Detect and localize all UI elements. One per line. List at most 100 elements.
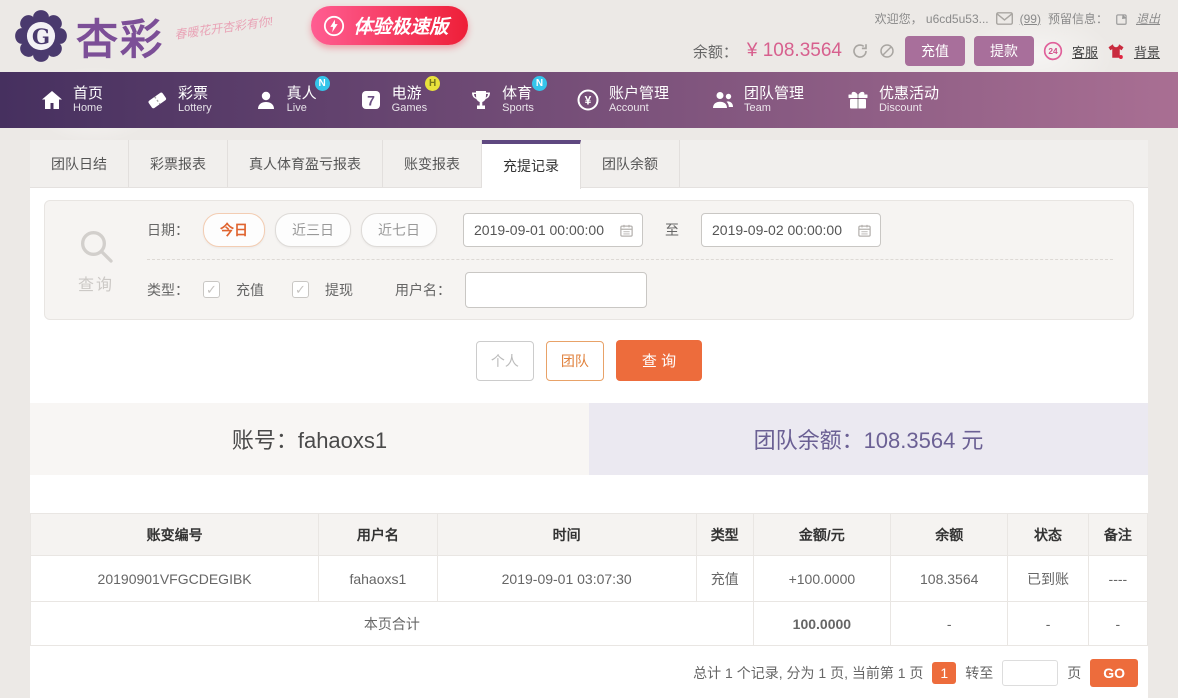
- header-right: 欢迎您， u6cd5u53... (99) 预留信息： 退出 余额： ¥ 108…: [693, 6, 1160, 66]
- filter-date-row: 日期： 今日 近三日 近七日 2019-09-01 00:00:00 至 201…: [147, 201, 1113, 260]
- nav-item-home[interactable]: 首页 Home: [40, 85, 103, 115]
- username-input[interactable]: [465, 271, 647, 308]
- date-to-input[interactable]: 2019-09-02 00:00:00: [701, 213, 881, 247]
- withdraw-button[interactable]: 提款: [973, 36, 1034, 66]
- nav-zh-label: 真人: [286, 85, 317, 103]
- coin-yuan-icon: ¥: [577, 89, 599, 111]
- type-label: 类型：: [147, 281, 189, 298]
- tab-lottery-report[interactable]: 彩票报表: [129, 140, 228, 187]
- col-change-id: 账变编号: [29, 513, 320, 556]
- col-type: 类型: [695, 513, 754, 556]
- tab-live-sports-report[interactable]: 真人体育盈亏报表: [228, 140, 383, 187]
- gift-icon: [848, 91, 868, 109]
- col-status: 状态: [1007, 513, 1089, 556]
- recharge-button[interactable]: 充值: [904, 36, 965, 66]
- main-nav: 首页 Home 彩票 Lottery 真人 Live N 7 电游 Games H 体育…: [0, 72, 1178, 128]
- hot-badge: H: [425, 76, 441, 92]
- nav-zh-label: 优惠活动: [878, 85, 939, 103]
- nav-item-sports[interactable]: 体育 Sports N: [469, 76, 547, 115]
- mail-icon[interactable]: [995, 12, 1013, 25]
- withdraw-checkbox[interactable]: ✓: [292, 281, 309, 298]
- tab-team-balance[interactable]: 团队余额: [581, 140, 680, 187]
- cell-status: 已到账: [1007, 555, 1089, 602]
- speed-version-label: 体验极速版: [353, 17, 449, 38]
- cell-type: 充值: [695, 555, 754, 602]
- content-panel: 团队日结 彩票报表 真人体育盈亏报表 账变报表 充提记录 团队余额 查询 日期：…: [29, 140, 1149, 698]
- background-link[interactable]: 背景: [1134, 42, 1160, 61]
- nav-item-lottery[interactable]: 彩票 Lottery: [145, 85, 212, 115]
- summary-balance: -: [890, 601, 1009, 646]
- nav-item-team[interactable]: 团队管理 Team: [711, 85, 804, 115]
- nav-zh-label: 彩票: [178, 85, 209, 103]
- range-today-pill[interactable]: 今日: [203, 213, 265, 247]
- reserved-info-label: 预留信息：: [1047, 12, 1108, 26]
- brand-tagline: 春暖花开杏彩有你!: [173, 13, 274, 42]
- nav-zh-label: 电游: [391, 85, 422, 103]
- col-amount: 金额/元: [752, 513, 892, 556]
- nav-en-label: Discount: [878, 102, 922, 115]
- summary-amount: 100.0000: [752, 601, 892, 646]
- tab-recharge-withdraw-records[interactable]: 充提记录: [482, 140, 581, 189]
- query-button[interactable]: 查 询: [615, 340, 703, 381]
- nav-item-games[interactable]: 7 电游 Games H: [359, 76, 441, 115]
- service-24h-icon: 24: [1043, 41, 1063, 61]
- nav-en-label: Home: [73, 102, 103, 115]
- recharge-checkbox[interactable]: ✓: [203, 281, 220, 298]
- pagination-summary: 总计 1 个记录, 分为 1 页, 当前第 1 页: [693, 665, 924, 681]
- hide-balance-icon[interactable]: [878, 42, 896, 60]
- mail-count-link[interactable]: (99): [1020, 12, 1041, 26]
- date-label: 日期：: [147, 222, 189, 238]
- nav-item-discount[interactable]: 优惠活动 Discount: [846, 85, 939, 115]
- tab-team-daily[interactable]: 团队日结: [30, 140, 129, 187]
- nav-item-account[interactable]: ¥ 账户管理 Account: [576, 85, 669, 115]
- recharge-checkbox-label: 充值: [236, 281, 264, 298]
- range-3days-pill[interactable]: 近三日: [275, 213, 351, 247]
- personal-button[interactable]: 个人: [475, 340, 534, 381]
- lightning-icon: [324, 15, 345, 36]
- date-from-value: 2019-09-01 00:00:00: [474, 222, 604, 238]
- ticket-icon: [148, 92, 167, 109]
- welcome-text: 欢迎您， u6cd5u53...: [874, 12, 989, 26]
- filter-box: 查询 日期： 今日 近三日 近七日 2019-09-01 00:00:00 至 …: [44, 200, 1134, 320]
- svg-text:¥: ¥: [585, 93, 592, 107]
- page-1-button[interactable]: 1: [932, 662, 957, 684]
- cell-time: 2019-09-01 03:07:30: [436, 555, 697, 602]
- svg-text:G: G: [32, 25, 50, 50]
- brand-logo[interactable]: G 杏彩 春暖花开杏彩有你!: [14, 6, 274, 67]
- goto-page-input[interactable]: [1002, 660, 1059, 686]
- action-row: 个人 团队 查 询: [30, 340, 1148, 381]
- records-table: 账变编号 用户名 时间 类型 金额/元 余额 状态 备注 20190901VFG…: [29, 513, 1149, 646]
- user-info-row: 欢迎您， u6cd5u53... (99) 预留信息： 退出: [875, 10, 1160, 27]
- new-badge: N: [314, 76, 330, 92]
- report-tab-bar: 团队日结 彩票报表 真人体育盈亏报表 账变报表 充提记录 团队余额: [30, 140, 1148, 189]
- balance-label: 余额：: [692, 43, 738, 61]
- game-7-icon: 7: [361, 90, 380, 109]
- cell-change-id: 20190901VFGCDEGIBK: [29, 555, 320, 602]
- date-from-input[interactable]: 2019-09-01 00:00:00: [463, 213, 643, 247]
- speed-version-button[interactable]: 体验极速版: [311, 6, 469, 45]
- balance-row: 余额： ¥ 108.3564 充值 提款 24 客服 背景: [693, 36, 1160, 66]
- tab-account-change-report[interactable]: 账变报表: [383, 140, 482, 187]
- logout-link[interactable]: 退出: [1136, 10, 1160, 27]
- svg-text:24: 24: [1048, 46, 1058, 56]
- summary-label: 本页合计: [30, 601, 754, 646]
- range-7days-pill[interactable]: 近七日: [361, 213, 437, 247]
- nav-zh-label: 团队管理: [743, 85, 804, 103]
- refresh-icon[interactable]: [851, 42, 869, 60]
- edit-icon[interactable]: [1115, 12, 1129, 26]
- nav-en-label: Games: [391, 102, 428, 115]
- date-to-label: 至: [665, 222, 679, 238]
- col-remark: 备注: [1087, 513, 1149, 556]
- nav-zh-label: 首页: [73, 85, 104, 103]
- col-time: 时间: [436, 513, 697, 556]
- account-number: 账号：fahaoxs1: [30, 403, 589, 475]
- service-link[interactable]: 客服: [1072, 42, 1098, 61]
- team-button[interactable]: 团队: [545, 340, 604, 381]
- nav-en-label: Live: [286, 102, 307, 115]
- username-label: 用户名：: [395, 281, 451, 298]
- person-icon: [257, 91, 274, 109]
- nav-item-live[interactable]: 真人 Live N: [254, 76, 330, 115]
- go-button[interactable]: GO: [1090, 659, 1138, 687]
- page-unit-label: 页: [1067, 665, 1082, 681]
- search-hint-label: 查询: [77, 276, 114, 294]
